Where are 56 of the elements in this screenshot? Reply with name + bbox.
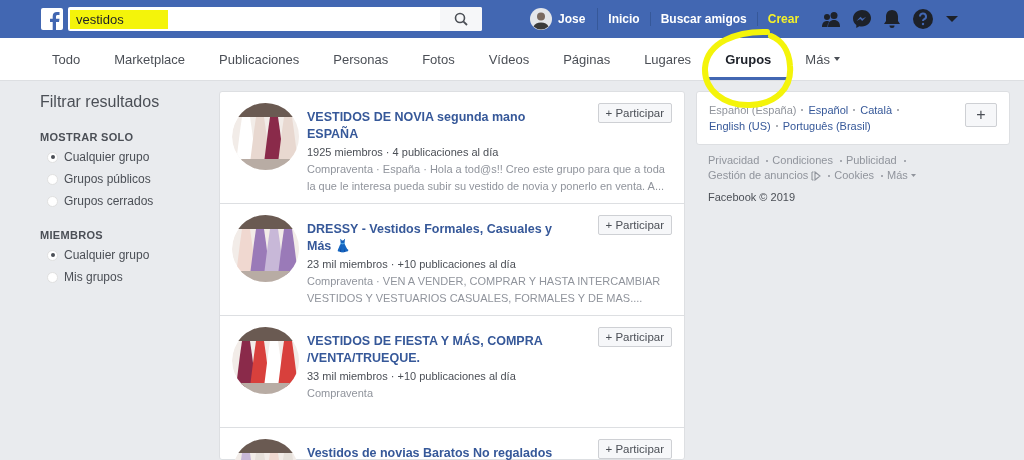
user-name[interactable]: Jose [558,12,586,26]
search-tab[interactable]: Todo [35,38,98,80]
radio-button[interactable] [47,249,58,261]
dropdown-caret-icon[interactable] [946,15,959,23]
join-button[interactable]: + Participar [597,103,672,123]
radio-label[interactable]: Grupos cerrados [64,194,154,208]
radio-button[interactable] [47,173,58,185]
search-tab[interactable]: Más [788,38,857,80]
search-icon [454,12,468,26]
language-link[interactable]: Español [808,102,849,118]
radio-button[interactable] [47,271,58,283]
group-stats: 23 mil miembros · +10 publicaciones al día [307,257,517,272]
logo-icon [41,8,63,30]
group-stats: 33 mil miembros · +10 publicaciones al día [307,369,517,384]
radio-button[interactable] [47,151,58,163]
search-tab[interactable]: Grupos [708,38,789,80]
radio-label[interactable]: Cualquier grupo [64,150,150,164]
filter-heading: MOSTRAR SOLO [40,131,135,143]
search-tab[interactable]: Publicaciones [202,38,317,80]
search-tab[interactable]: Personas [316,38,406,80]
join-button[interactable]: + Participar [597,439,672,459]
add-language-button[interactable]: + [965,103,997,127]
radio-label[interactable]: Cualquier grupo [64,248,150,262]
messenger-icon[interactable] [853,10,872,28]
copyright-text: Facebook © 2019 [707,191,796,203]
language-link[interactable]: English (US) [709,118,771,134]
radio-button[interactable] [47,195,58,207]
group-description: Compraventa · España · Hola a tod@s!! Creo este grupo para que a toda la que le interesa pueda subir su vestido de novia y ponerlo en venta. A... [307,162,666,194]
avatar-icon [530,8,552,30]
friends-icon[interactable] [822,11,841,27]
language-link[interactable]: Português (Brasil) [782,118,871,134]
join-button[interactable]: + Participar [597,215,672,235]
search-tab[interactable]: Lugares [627,38,709,80]
filter-heading: MIEMBROS [40,229,104,241]
group-description: Compraventa [307,386,375,401]
search-tab[interactable]: Páginas [546,38,628,80]
search-tab[interactable]: Marketplace [97,38,202,80]
nav-link[interactable]: Inicio [598,12,651,26]
group-description: Compraventa · VEN A VENDER, COMPRAR Y HASTA INTERCAMBIAR VESTIDOS Y VESTUARIOS CASUALES, FORMALES Y DE MAS.... [307,274,662,306]
radio-label[interactable]: Grupos públicos [64,172,151,186]
group-title[interactable]: DRESSY - Vestidos Formales, Casuales y Más 👗 [307,221,598,255]
help-icon[interactable] [913,9,934,29]
group-title[interactable]: VESTIDOS DE NOVIA segunda mano ESPAÑA [307,109,598,143]
search-tab[interactable]: Fotos [405,38,472,80]
group-title[interactable]: Vestidos de novias Baratos No regalados [307,445,598,460]
search-tab[interactable]: Vídeos [471,38,547,80]
group-stats: 1925 miembros · 4 publicaciones al día [307,145,500,160]
search-button[interactable] [440,7,482,31]
filter-title: Filtrar resultados [40,93,161,111]
bell-icon[interactable] [884,10,901,28]
radio-label[interactable]: Mis grupos [64,270,123,284]
nav-link[interactable]: Crear [757,12,810,26]
nav-link[interactable]: Buscar amigos [650,12,758,26]
join-button[interactable]: + Participar [597,327,672,347]
language-link[interactable]: Català [860,102,892,118]
group-title[interactable]: VESTIDOS DE FIESTA Y MÁS, COMPRA /VENTA/TRUEQUE. [307,333,598,367]
